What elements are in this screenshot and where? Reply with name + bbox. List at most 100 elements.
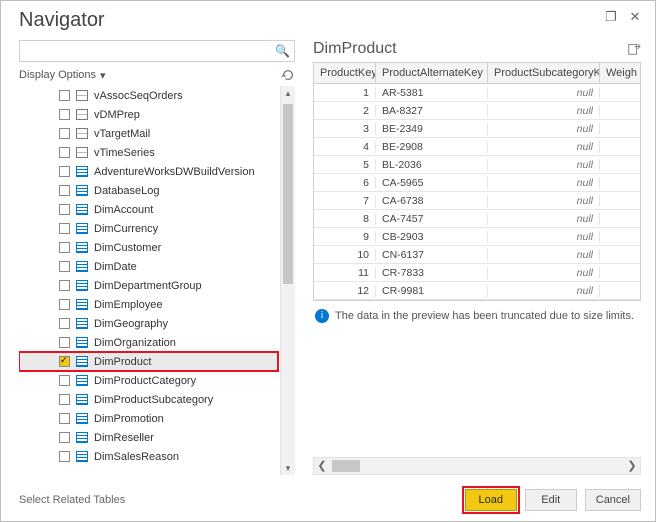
tree-item[interactable]: vAssocSeqOrders [19, 86, 278, 105]
table-row[interactable]: 2BA-8327null [314, 102, 640, 120]
checkbox[interactable] [59, 242, 70, 253]
checkbox[interactable] [59, 223, 70, 234]
tree-item[interactable]: DimOrganization [19, 333, 278, 352]
tree-item[interactable]: vTargetMail [19, 124, 278, 143]
table-row[interactable]: 8CA-7457null [314, 210, 640, 228]
cell: null [488, 141, 600, 153]
checkbox[interactable] [59, 128, 70, 139]
tree-item[interactable]: DimDepartmentGroup [19, 276, 278, 295]
cell: null [488, 177, 600, 189]
table-icon [76, 356, 88, 367]
tree-item[interactable]: DimProductCategory [19, 371, 278, 390]
tree-item[interactable]: DimCurrency [19, 219, 278, 238]
checkbox[interactable] [59, 299, 70, 310]
tree-item[interactable]: DatabaseLog [19, 181, 278, 200]
table-row[interactable]: 10CN-6137null [314, 246, 640, 264]
select-related-tables-button[interactable]: Select Related Tables [19, 489, 125, 511]
search-input[interactable] [24, 44, 275, 58]
table-row[interactable]: 3BE-2349null [314, 120, 640, 138]
cell: null [488, 105, 600, 117]
grid-body: 1AR-5381null2BA-8327null3BE-2349null4BE-… [314, 84, 640, 300]
horizontal-scrollbar[interactable]: ❮ ❯ [313, 457, 641, 475]
window-title: Navigator [19, 9, 599, 32]
tree-item[interactable]: AdventureWorksDWBuildVersion [19, 162, 278, 181]
tree-item[interactable]: vTimeSeries [19, 143, 278, 162]
tree-item[interactable]: DimGeography [19, 314, 278, 333]
tree-item[interactable]: DimCustomer [19, 238, 278, 257]
tree-item[interactable]: DimAccount [19, 200, 278, 219]
checkbox[interactable] [59, 337, 70, 348]
checkbox[interactable] [59, 90, 70, 101]
tree-item-label: DimAccount [94, 204, 153, 216]
table-row[interactable]: 1AR-5381null [314, 84, 640, 102]
checkbox[interactable] [59, 166, 70, 177]
checkbox[interactable] [59, 261, 70, 272]
chevron-down-icon: ▾ [100, 69, 106, 82]
column-header[interactable]: ProductKey [314, 63, 376, 83]
edit-button[interactable]: Edit [525, 489, 577, 511]
checkbox[interactable] [59, 356, 70, 367]
tree-item[interactable]: vDMPrep [19, 105, 278, 124]
column-header[interactable]: ProductSubcategoryKey [488, 63, 600, 83]
tree-item[interactable]: DimDate [19, 257, 278, 276]
search-box[interactable]: 🔍 [19, 40, 295, 62]
scroll-right-icon[interactable]: ❯ [624, 458, 640, 474]
checkbox[interactable] [59, 451, 70, 462]
table-icon [76, 413, 88, 424]
vertical-scrollbar[interactable]: ▴ ▾ [280, 86, 295, 475]
table-row[interactable]: 9CB-2903null [314, 228, 640, 246]
display-options-dropdown[interactable]: Display Options ▾ [19, 62, 295, 86]
tree-item[interactable]: DimSalesReason [19, 447, 278, 466]
cell: 9 [314, 231, 376, 243]
tree-item[interactable]: DimEmployee [19, 295, 278, 314]
checkbox[interactable] [59, 432, 70, 443]
preview-header: DimProduct [313, 40, 641, 62]
tree[interactable]: vAssocSeqOrders vDMPrepvTargetMail vTimeSe… [19, 86, 280, 475]
tree-item[interactable]: DimReseller [19, 428, 278, 447]
export-icon[interactable] [627, 42, 641, 56]
cancel-button[interactable]: Cancel [585, 489, 641, 511]
table-icon [76, 280, 88, 291]
checkbox[interactable] [59, 280, 70, 291]
table-row[interactable]: 4BE-2908null [314, 138, 640, 156]
table-row[interactable]: 5BL-2036null [314, 156, 640, 174]
scroll-left-icon[interactable]: ❮ [314, 458, 330, 474]
load-button[interactable]: Load [465, 489, 517, 511]
table-row[interactable]: 11CR-7833null [314, 264, 640, 282]
checkbox[interactable] [59, 185, 70, 196]
column-header[interactable]: ProductAlternateKey [376, 63, 488, 83]
search-icon[interactable]: 🔍 [275, 44, 290, 58]
tree-item-label: vTimeSeries [94, 147, 155, 159]
checkbox[interactable] [59, 318, 70, 329]
cell: 5 [314, 159, 376, 171]
close-icon[interactable]: ✕ [623, 9, 647, 25]
tree-item-label: DimOrganization [94, 337, 176, 349]
checkbox[interactable] [59, 147, 70, 158]
checkbox[interactable] [59, 109, 70, 120]
scroll-down-icon[interactable]: ▾ [281, 461, 295, 475]
preview-grid: ProductKey ProductAlternateKey ProductSu… [313, 62, 641, 301]
refresh-icon[interactable] [281, 68, 295, 82]
cell: null [488, 285, 600, 297]
tree-item-label: DimReseller [94, 432, 154, 444]
table-icon [76, 375, 88, 386]
restore-icon[interactable]: ❐ [599, 9, 623, 25]
tree-item[interactable]: DimPromotion [19, 409, 278, 428]
column-header[interactable]: Weigh [600, 63, 640, 83]
tree-item-label: vAssocSeqOrders [94, 90, 183, 102]
table-row[interactable]: 12CR-9981null [314, 282, 640, 300]
cell: null [488, 267, 600, 279]
scroll-thumb[interactable] [332, 460, 360, 472]
table-row[interactable]: 6CA-5965null [314, 174, 640, 192]
table-row[interactable]: 7CA-6738null [314, 192, 640, 210]
checkbox[interactable] [59, 394, 70, 405]
scroll-up-icon[interactable]: ▴ [281, 86, 295, 100]
checkbox[interactable] [59, 204, 70, 215]
cell: CR-7833 [376, 267, 488, 279]
checkbox[interactable] [59, 375, 70, 386]
tree-item[interactable]: DimProductSubcategory [19, 390, 278, 409]
checkbox[interactable] [59, 413, 70, 424]
tree-item[interactable]: DimProduct [19, 352, 278, 371]
scroll-thumb[interactable] [283, 104, 293, 284]
view-icon [76, 147, 88, 158]
